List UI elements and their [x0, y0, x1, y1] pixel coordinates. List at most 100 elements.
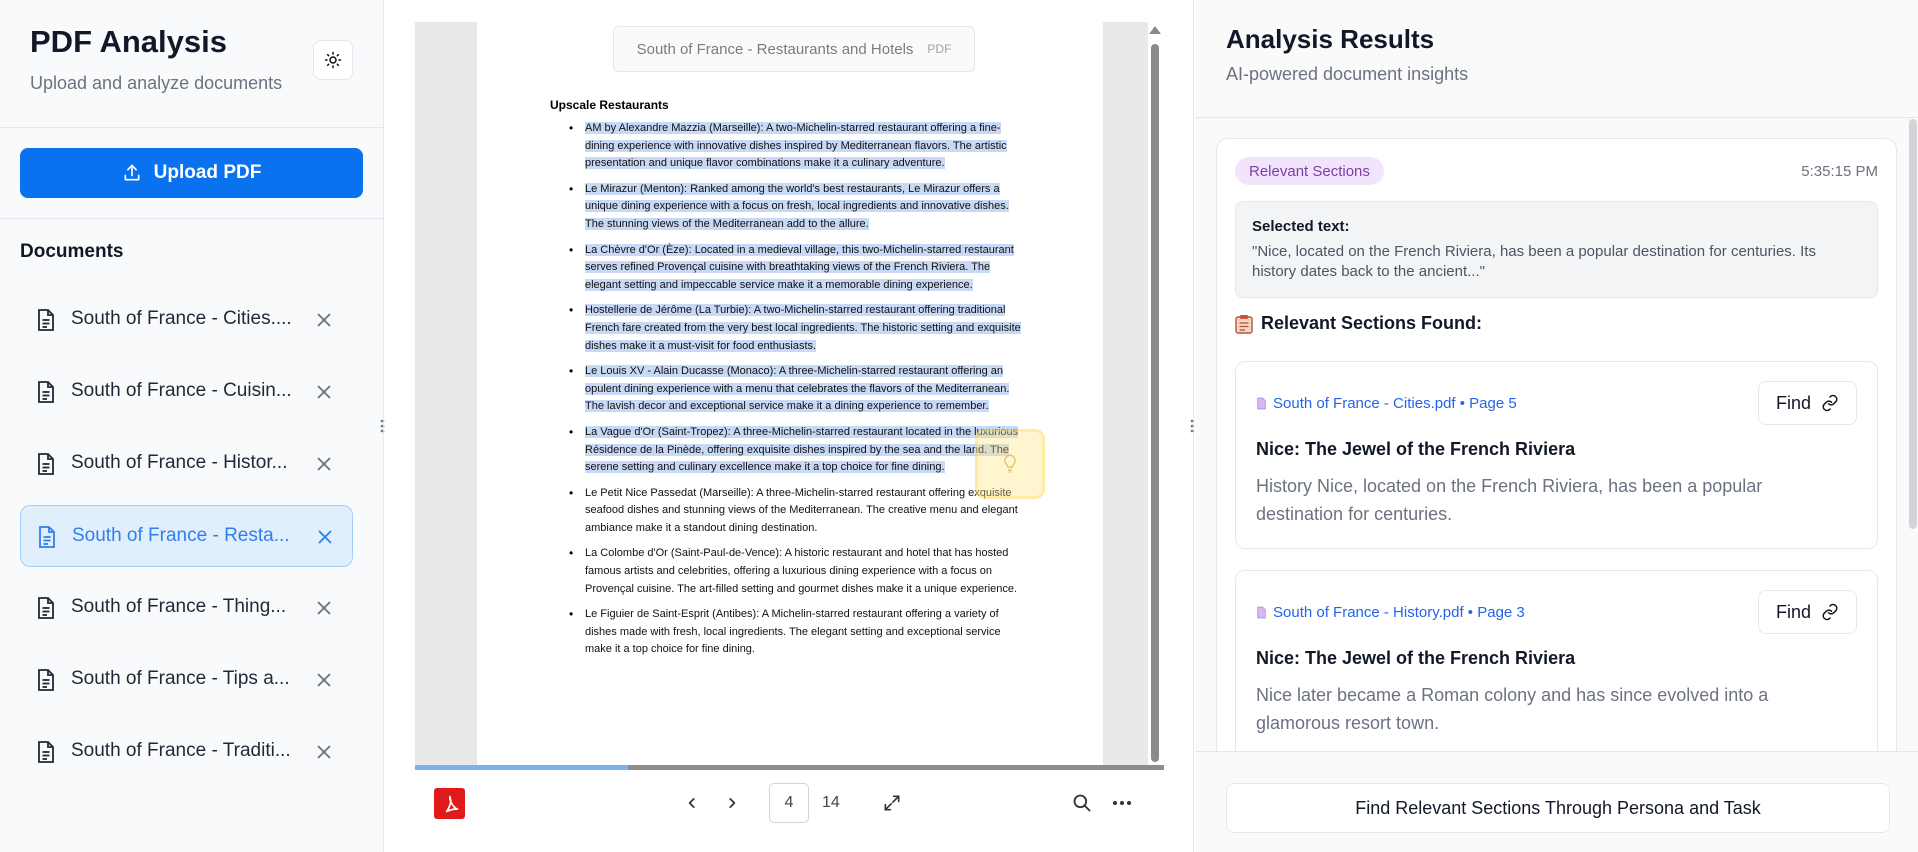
link-icon — [1822, 603, 1838, 621]
list-item-text: Le Mirazur (Menton): Ranked among the wo… — [585, 182, 1009, 230]
pdf-page: South of France - Restaurants and Hotels… — [477, 22, 1103, 769]
fullscreen-icon — [884, 795, 900, 811]
close-icon[interactable] — [314, 526, 336, 548]
clipboard-icon — [1235, 314, 1253, 334]
section-source-link[interactable]: South of France - History.pdf • Page 3 — [1256, 604, 1525, 621]
file-icon — [38, 741, 54, 763]
document-name: South of France - Thing... — [71, 596, 287, 617]
close-icon[interactable] — [313, 669, 335, 691]
result-type-badge: Relevant Sections — [1235, 157, 1384, 185]
document-item[interactable]: South of France - Traditi... — [20, 721, 353, 783]
sections-found-heading: Relevant Sections Found: — [1235, 313, 1482, 334]
find-button[interactable]: Find — [1758, 590, 1857, 634]
list-item[interactable]: Le Mirazur (Menton): Ranked among the wo… — [569, 181, 1023, 234]
viewer-scrollbar[interactable] — [1151, 44, 1159, 762]
list-item-text: Le Louis XV - Alain Ducasse (Monaco): A … — [585, 365, 1010, 413]
theme-toggle-button[interactable] — [313, 40, 353, 80]
analysis-panel: Analysis Results AI-powered document ins… — [1195, 0, 1918, 852]
close-icon[interactable] — [313, 741, 335, 763]
analysis-subtitle: AI-powered document insights — [1226, 64, 1469, 84]
page-number-input[interactable]: 4 — [769, 783, 809, 823]
list-item-text: Le Petit Nice Passedat (Marseille): A th… — [585, 486, 1018, 534]
search-icon — [1073, 794, 1091, 812]
upload-pdf-button[interactable]: Upload PDF — [20, 148, 363, 198]
file-icon — [38, 453, 54, 475]
list-item[interactable]: Le Petit Nice Passedat (Marseille): A th… — [569, 485, 1023, 538]
section-source-text: South of France - Cities.pdf • Page 5 — [1273, 395, 1517, 412]
list-item[interactable]: Hostellerie de Jérôme (La Turbie): A two… — [569, 302, 1023, 355]
list-item-text: La Colombe d'Or (Saint-Paul-de-Vence): A… — [585, 547, 1018, 595]
section-title: Nice: The Jewel of the French Riviera — [1256, 439, 1576, 459]
analysis-footer: Find Relevant Sections Through Persona a… — [1195, 751, 1918, 852]
scroll-up-arrow[interactable] — [1149, 26, 1161, 34]
upload-section: Upload PDF — [0, 128, 383, 219]
find-button-label: Find — [1775, 392, 1811, 413]
section-result-card: South of France - History.pdf • Page 3 F… — [1235, 570, 1878, 751]
file-icon — [38, 669, 54, 691]
list-item[interactable]: Le Louis XV - Alain Ducasse (Monaco): A … — [569, 363, 1023, 416]
document-item[interactable]: South of France - Thing... — [20, 577, 353, 639]
list-item-text: La Vague d'Or (Saint-Tropez): A three-Mi… — [585, 425, 1019, 474]
selected-text-value: "Nice, located on the French Riviera, ha… — [1252, 243, 1816, 280]
document-canvas[interactable]: South of France - Restaurants and Hotels… — [415, 22, 1148, 769]
close-icon[interactable] — [313, 453, 335, 475]
list-item-text: La Chèvre d'Or (Èze): Located in a medie… — [585, 243, 1014, 291]
section-result-card: South of France - Cities.pdf • Page 5 Fi… — [1235, 361, 1878, 549]
document-item[interactable]: South of France - Histor... — [20, 433, 353, 495]
list-item[interactable]: Le Figuier de Saint-Esprit (Antibes): A … — [569, 606, 1023, 659]
more-options-button[interactable] — [1107, 788, 1137, 818]
sidebar: PDF Analysis Upload and analyze document… — [0, 0, 384, 852]
list-item[interactable]: AM by Alexandre Mazzia (Marseille): A tw… — [569, 120, 1023, 173]
file-icon — [38, 597, 54, 619]
app-subtitle: Upload and analyze documents — [30, 73, 283, 93]
analysis-title: Analysis Results — [1226, 24, 1435, 54]
fullscreen-button[interactable] — [877, 788, 907, 818]
result-card: Relevant Sections 5:35:15 PM Selected te… — [1216, 138, 1897, 751]
analysis-header: Analysis Results AI-powered document ins… — [1195, 0, 1918, 118]
app-root: PDF Analysis Upload and analyze document… — [0, 0, 1918, 852]
document-title: South of France - Restaurants and Hotels — [636, 40, 914, 58]
document-item[interactable]: South of France - Cuisin... — [20, 361, 353, 423]
document-type: PDF — [927, 42, 952, 56]
section-source-text: South of France - History.pdf • Page 3 — [1273, 604, 1525, 621]
close-icon[interactable] — [313, 309, 335, 331]
lightbulb-button[interactable] — [975, 429, 1045, 499]
list-item-text: AM by Alexandre Mazzia (Marseille): A tw… — [585, 122, 1007, 170]
selected-text-label: Selected text: — [1252, 218, 1350, 235]
more-icon — [1113, 801, 1131, 805]
document-title-chip: South of France - Restaurants and Hotels… — [613, 26, 975, 72]
find-button[interactable]: Find — [1758, 381, 1857, 425]
pdf-viewer: South of France - Restaurants and Hotels… — [385, 0, 1194, 852]
document-item[interactable]: South of France - Tips a... — [20, 649, 353, 711]
close-icon[interactable] — [313, 597, 335, 619]
document-name: South of France - Tips a... — [71, 668, 290, 689]
list-item[interactable]: La Chèvre d'Or (Èze): Located in a medie… — [569, 242, 1023, 295]
find-by-persona-button[interactable]: Find Relevant Sections Through Persona a… — [1226, 783, 1890, 833]
file-icon — [1257, 397, 1266, 410]
document-item[interactable]: South of France - Cities.... — [20, 289, 353, 351]
results-scrollbar[interactable] — [1909, 119, 1917, 529]
list-item[interactable]: La Vague d'Or (Saint-Tropez): A three-Mi… — [569, 424, 1023, 477]
previous-page-button[interactable] — [677, 788, 707, 818]
list-item[interactable]: La Colombe d'Or (Saint-Paul-de-Vence): A… — [569, 545, 1023, 598]
document-item-active[interactable]: South of France - Resta... — [20, 505, 353, 567]
result-timestamp: 5:35:15 PM — [1801, 163, 1878, 180]
list-item-text: Hostellerie de Jérôme (La Turbie): A two… — [585, 304, 1021, 352]
chevron-left-icon — [688, 798, 695, 808]
link-icon — [1822, 394, 1838, 412]
document-name: South of France - Resta... — [72, 525, 290, 546]
lightbulb-icon — [1004, 454, 1016, 473]
section-source-link[interactable]: South of France - Cities.pdf • Page 5 — [1256, 395, 1517, 412]
search-button[interactable] — [1067, 788, 1097, 818]
section-description: Nice later became a Roman colony and has… — [1256, 685, 1769, 733]
next-page-button[interactable] — [717, 788, 747, 818]
upload-pdf-label: Upload PDF — [153, 162, 262, 183]
file-icon — [38, 309, 54, 331]
find-button-label: Find — [1775, 601, 1811, 622]
close-icon[interactable] — [313, 381, 335, 403]
sections-found-label: Relevant Sections Found: — [1261, 313, 1483, 333]
documents-heading: Documents — [20, 241, 124, 262]
restaurant-list: AM by Alexandre Mazzia (Marseille): A tw… — [569, 120, 1023, 667]
file-icon — [38, 381, 54, 403]
document-name: South of France - Histor... — [71, 452, 288, 473]
